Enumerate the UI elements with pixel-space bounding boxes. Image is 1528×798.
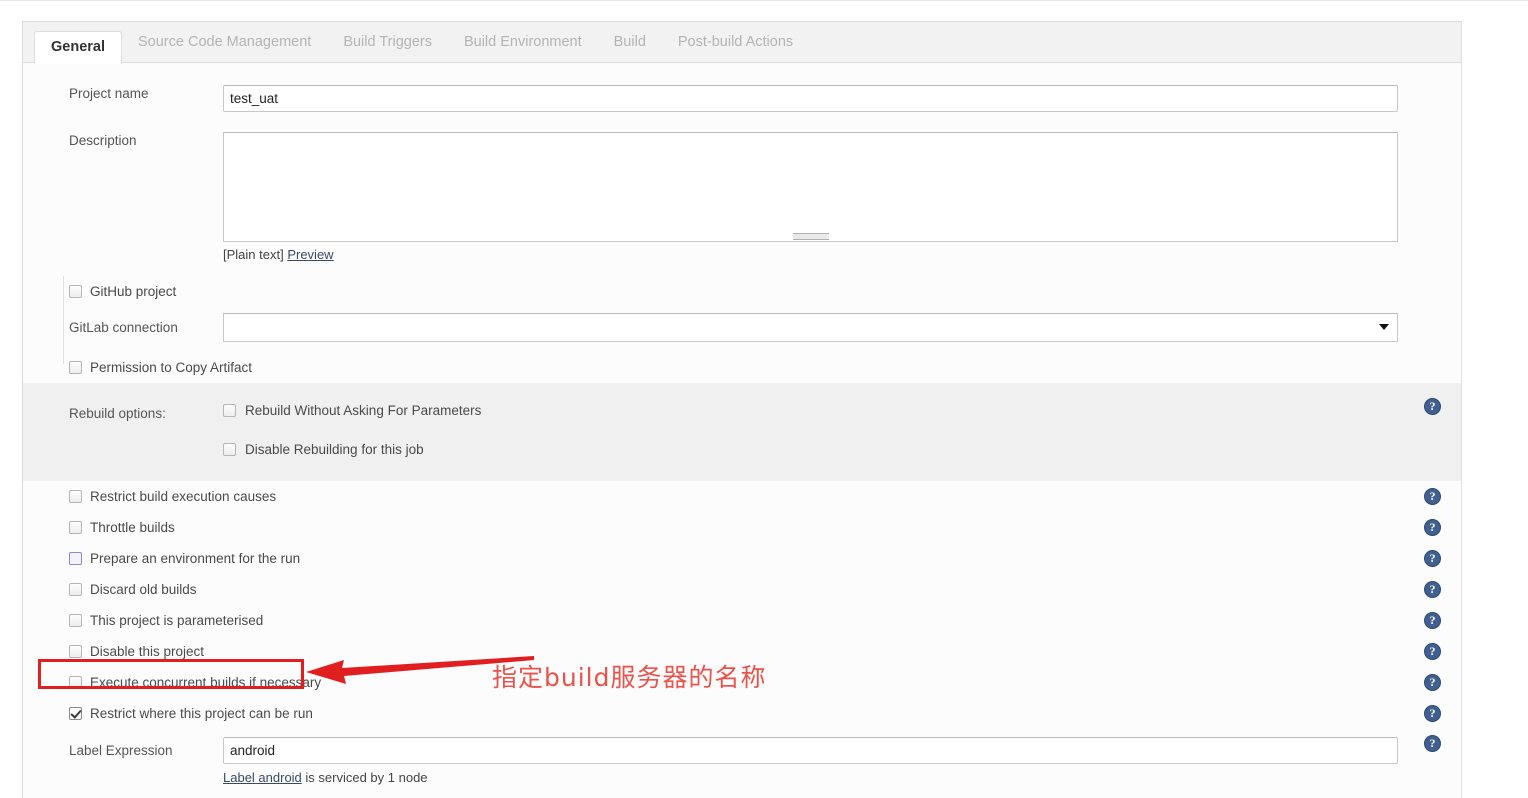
disable-project-label: Disable this project [90, 643, 205, 659]
rebuild-options-label: Rebuild options: [69, 406, 166, 421]
gitlab-connection-select[interactable] [223, 313, 1398, 342]
disable-project-row[interactable]: Disable this project [23, 636, 1461, 667]
restrict-build-execution-causes-checkbox[interactable] [69, 490, 82, 503]
tab-post-build-actions[interactable]: Post-build Actions [662, 22, 809, 63]
restrict-build-execution-causes-label: Restrict build execution causes [90, 488, 277, 504]
project-name-row: Project name [23, 63, 1461, 116]
project-name-field-wrap [223, 85, 1461, 112]
label-node-suffix: is serviced by 1 node [301, 770, 428, 785]
github-project-block: GitHub project GitLab connection [23, 276, 1461, 364]
discard-old-builds-label: Discard old builds [90, 581, 197, 597]
help-icon[interactable] [1424, 398, 1441, 415]
prepare-environment-checkbox[interactable] [69, 552, 82, 565]
description-textarea[interactable] [223, 132, 1398, 242]
description-label: Description [69, 133, 137, 148]
restrict-where-project-run-row[interactable]: Restrict where this project can be run [23, 698, 1461, 729]
throttle-builds-row[interactable]: Throttle builds [23, 512, 1461, 543]
config-tab-bar: General Source Code Management Build Trigg… [23, 22, 1461, 64]
label-node-link[interactable]: Label android [223, 770, 302, 785]
execute-concurrent-builds-label: Execute concurrent builds if necessary [90, 674, 322, 690]
github-project-label: GitHub project [90, 283, 177, 299]
disable-rebuilding-row[interactable]: Disable Rebuilding for this job [223, 430, 1453, 469]
rebuild-without-asking-row[interactable]: Rebuild Without Asking For Parameters [223, 391, 1453, 430]
rebuild-without-asking-label: Rebuild Without Asking For Parameters [245, 402, 482, 418]
project-parameterised-label: This project is parameterised [90, 612, 264, 628]
help-icon[interactable] [1424, 550, 1441, 567]
throttle-builds-checkbox[interactable] [69, 521, 82, 534]
label-node-info: Label android is serviced by 1 node [223, 770, 1453, 785]
permission-copy-artifact-row[interactable]: Permission to Copy Artifact [23, 352, 1461, 383]
label-expression-label: Label Expression [69, 743, 173, 758]
permission-copy-artifact-label: Permission to Copy Artifact [90, 359, 253, 375]
gitlab-connection-label: GitLab connection [69, 320, 178, 335]
help-icon[interactable] [1424, 612, 1441, 629]
tab-build-environment[interactable]: Build Environment [448, 22, 598, 63]
help-icon[interactable] [1424, 643, 1441, 660]
restrict-where-project-run-label: Restrict where this project can be run [90, 705, 313, 721]
gitlab-connection-field-wrap [223, 313, 1461, 342]
permission-copy-artifact-checkbox[interactable] [69, 361, 82, 374]
gitlab-connection-row: GitLab connection [23, 307, 1461, 352]
execute-concurrent-builds-checkbox[interactable] [69, 676, 82, 689]
throttle-builds-label: Throttle builds [90, 519, 175, 535]
job-config-container: General Source Code Management Build Trigg… [22, 21, 1462, 798]
preview-link[interactable]: Preview [287, 247, 333, 262]
help-icon[interactable] [1424, 735, 1441, 752]
tab-build[interactable]: Build [598, 22, 662, 63]
execute-concurrent-builds-row[interactable]: Execute concurrent builds if necessary [23, 667, 1461, 698]
gitlab-connection-select-wrap [223, 313, 1398, 342]
screenshot-root: General Source Code Management Build Trigg… [0, 0, 1528, 798]
rebuild-options-field-wrap: Rebuild Without Asking For Parameters Di… [223, 391, 1461, 469]
prepare-environment-label: Prepare an environment for the run [90, 550, 301, 566]
label-expression-row: Label Expression Label android is servic… [23, 729, 1461, 785]
help-icon[interactable] [1424, 581, 1441, 598]
help-icon[interactable] [1424, 674, 1441, 691]
tab-general[interactable]: General [34, 31, 122, 64]
plain-text-label: [Plain text] [223, 247, 284, 262]
restrict-build-execution-causes-row[interactable]: Restrict build execution causes [23, 481, 1461, 512]
label-expression-field-wrap: Label android is serviced by 1 node [223, 737, 1461, 785]
discard-old-builds-row[interactable]: Discard old builds [23, 574, 1461, 605]
tab-source-code-management[interactable]: Source Code Management [122, 22, 327, 63]
description-format-line: [Plain text] Preview [223, 247, 1453, 262]
restrict-where-project-run-checkbox[interactable] [69, 707, 82, 720]
label-expression-input[interactable] [223, 737, 1398, 764]
description-row: Description [Plain text] Preview [23, 116, 1461, 262]
disable-rebuilding-checkbox[interactable] [223, 443, 236, 456]
rebuild-without-asking-checkbox[interactable] [223, 404, 236, 417]
disable-project-checkbox[interactable] [69, 645, 82, 658]
disable-rebuilding-label: Disable Rebuilding for this job [245, 441, 424, 457]
github-project-row[interactable]: GitHub project [23, 276, 1461, 307]
prepare-environment-row[interactable]: Prepare an environment for the run [23, 543, 1461, 574]
project-name-label: Project name [69, 86, 149, 101]
rebuild-options-row: Rebuild options: Rebuild Without Asking … [23, 383, 1461, 481]
discard-old-builds-checkbox[interactable] [69, 583, 82, 596]
description-field-wrap: [Plain text] Preview [223, 132, 1461, 262]
help-icon[interactable] [1424, 705, 1441, 722]
description-textarea-wrap [223, 132, 1398, 242]
help-icon[interactable] [1424, 519, 1441, 536]
project-parameterised-row[interactable]: This project is parameterised [23, 605, 1461, 636]
github-project-checkbox[interactable] [69, 285, 82, 298]
tab-build-triggers[interactable]: Build Triggers [327, 22, 448, 63]
project-name-input[interactable] [223, 85, 1398, 112]
general-form: Project name Description [Plain text] Pr… [23, 63, 1461, 798]
help-icon[interactable] [1424, 488, 1441, 505]
project-parameterised-checkbox[interactable] [69, 614, 82, 627]
